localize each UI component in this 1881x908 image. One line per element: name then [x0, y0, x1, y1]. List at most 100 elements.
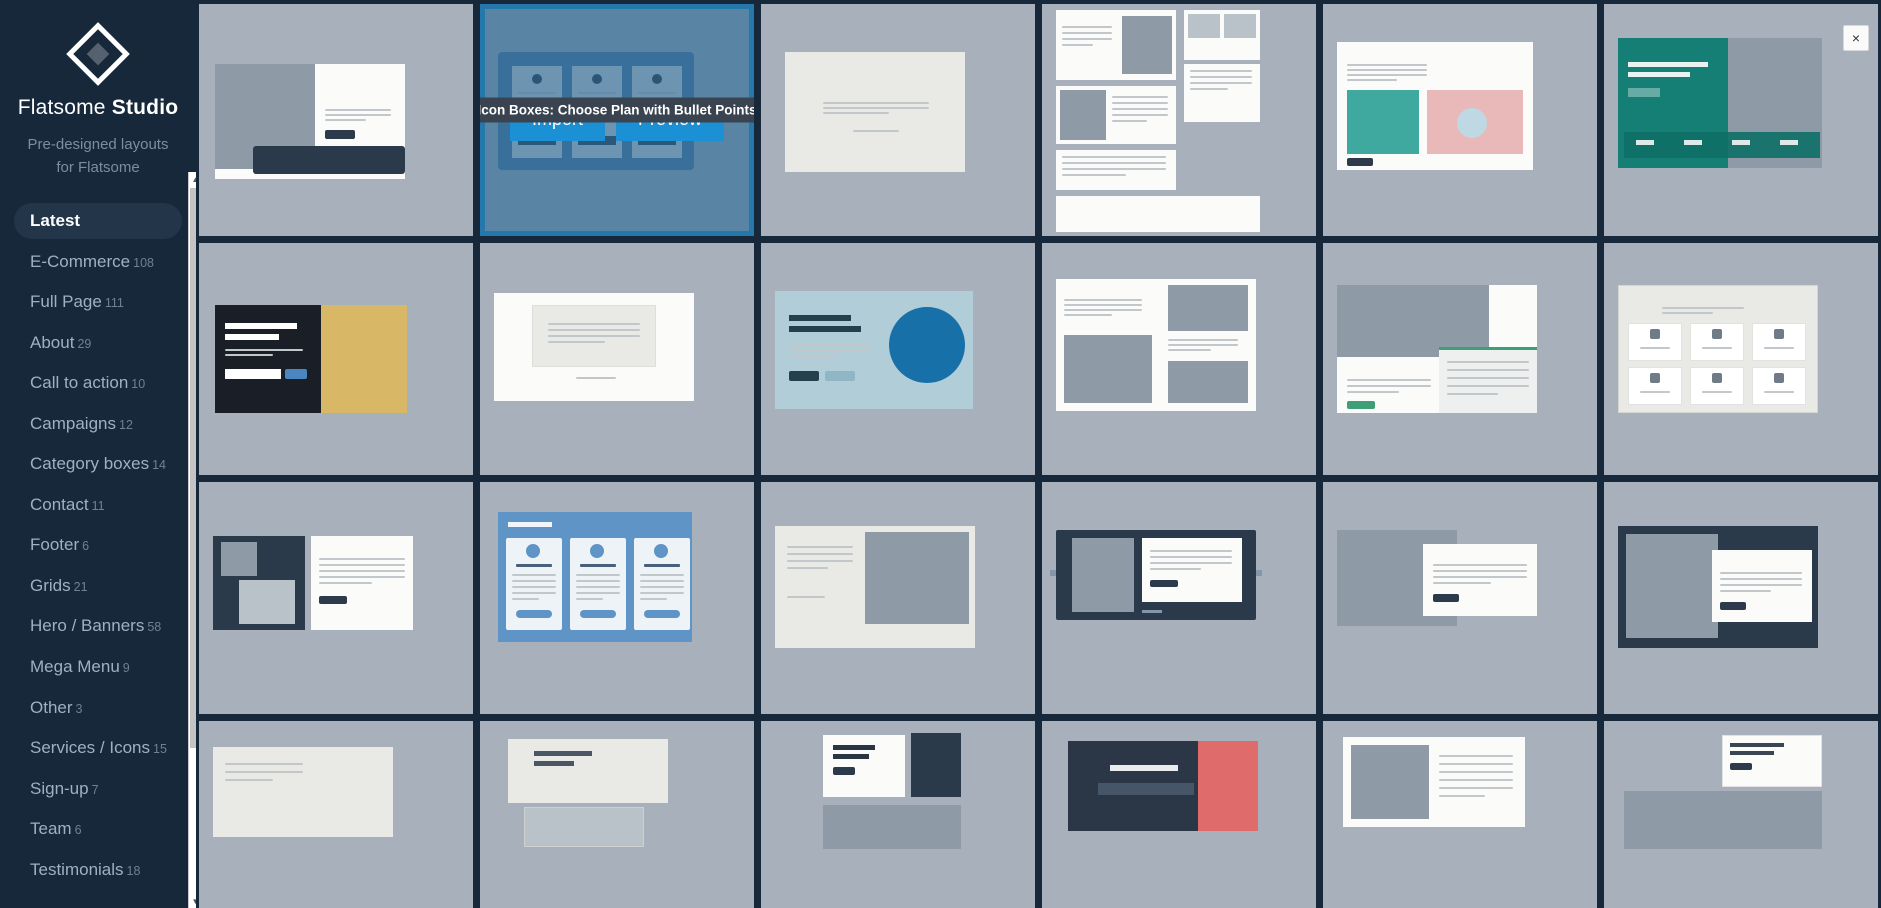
sidebar-item-count: 21 [73, 579, 88, 594]
template-thumbnail [1323, 243, 1597, 475]
sidebar-item-count: 6 [82, 539, 90, 554]
sidebar-item-latest[interactable]: Latest [14, 203, 182, 239]
template-thumbnail [1323, 721, 1597, 908]
sidebar-item-team[interactable]: Team 6 [14, 811, 182, 847]
sidebar-item-label: E-Commerce [30, 251, 131, 271]
sidebar-item-count: 3 [75, 701, 83, 716]
template-thumbnail [480, 482, 754, 714]
template-thumbnail [761, 243, 1035, 475]
sidebar-item-count: 12 [119, 417, 133, 432]
sidebar-item-count: 14 [152, 458, 166, 473]
template-card[interactable] [1323, 4, 1597, 236]
template-thumbnail [1323, 4, 1597, 236]
template-thumbnail [480, 243, 754, 475]
sidebar-item-count: 18 [126, 863, 141, 878]
template-card[interactable] [199, 482, 473, 714]
template-thumbnail [1323, 482, 1597, 714]
template-card[interactable] [1323, 721, 1597, 908]
sidebar-item-label: About [30, 332, 75, 352]
sidebar-item-label: Latest [30, 211, 81, 230]
card-hover-overlay: Import Preview [480, 4, 754, 236]
template-card[interactable] [480, 721, 754, 908]
sidebar-item-label: Other [30, 697, 73, 717]
template-thumbnail [1042, 482, 1316, 714]
sidebar-item-count: 111 [104, 296, 124, 311]
sidebar-item-label: Sign-up [30, 778, 89, 798]
sidebar-item-label: Contact [30, 494, 89, 514]
brand-name-light: Flatsome [17, 96, 106, 119]
template-card[interactable] [1042, 721, 1316, 908]
sidebar-item-category-boxes[interactable]: Category boxes 14 [14, 446, 182, 482]
sidebar-item-count: 15 [153, 742, 167, 757]
sidebar-item-sign-up[interactable]: Sign-up 7 [14, 771, 182, 807]
sidebar-item-hero-banners[interactable]: Hero / Banners 58 [14, 608, 182, 644]
sidebar-item-label: Team [30, 819, 72, 839]
close-icon[interactable]: × [1843, 25, 1869, 51]
template-card[interactable] [1323, 482, 1597, 714]
template-card[interactable] [480, 482, 754, 714]
sidebar-item-call-to-action[interactable]: Call to action 10 [14, 365, 182, 401]
template-card[interactable]: Import Preview Icon Boxes: Choose Plan wit… [480, 4, 754, 236]
template-grid: Import Preview Icon Boxes: Choose Plan wit… [196, 0, 1881, 908]
sidebar-item-count: 10 [131, 377, 146, 392]
template-card[interactable] [1604, 4, 1878, 236]
import-button[interactable]: Import [509, 99, 605, 141]
sidebar-item-label: Grids [30, 575, 71, 595]
template-thumbnail [199, 4, 473, 236]
sidebar-item-services-icons[interactable]: Services / Icons 15 [14, 730, 182, 766]
template-card[interactable] [1042, 243, 1316, 475]
sidebar-item-count: 11 [91, 498, 105, 513]
flatsome-logo-icon [62, 18, 134, 90]
sidebar-item-full-page[interactable]: Full Page 111 [14, 284, 182, 320]
sidebar-item-count: 9 [122, 661, 130, 676]
sidebar-item-about[interactable]: About 29 [14, 325, 182, 361]
template-card[interactable] [1323, 243, 1597, 475]
sidebar-item-campaigns[interactable]: Campaigns 12 [14, 406, 182, 442]
sidebar-item-testimonials[interactable]: Testimonials 18 [14, 852, 182, 888]
sidebar-item-count: 108 [133, 255, 154, 270]
sidebar-item-count: 7 [91, 782, 99, 797]
sidebar-item-contact[interactable]: Contact 11 [14, 487, 182, 523]
sidebar: Flatsome Studio Pre-designed layouts for… [0, 0, 202, 908]
template-card[interactable] [761, 4, 1035, 236]
sidebar-item-label: Campaigns [30, 413, 116, 433]
template-card[interactable] [1042, 4, 1316, 236]
template-thumbnail [1604, 4, 1878, 236]
template-thumbnail [480, 721, 754, 908]
template-grid-area: Import Preview Icon Boxes: Choose Plan wit… [196, 0, 1881, 908]
sidebar-item-label: Category boxes [30, 454, 150, 474]
template-thumbnail [761, 721, 1035, 908]
sidebar-item-label: Testimonials [30, 859, 124, 879]
brand-title: Flatsome Studio [18, 96, 179, 120]
template-thumbnail [1604, 482, 1878, 714]
template-card[interactable] [1042, 482, 1316, 714]
sidebar-item-grids[interactable]: Grids 21 [14, 568, 182, 604]
sidebar-item-label: Call to action [30, 373, 129, 393]
template-card[interactable] [199, 243, 473, 475]
sidebar-item-label: Mega Menu [30, 657, 120, 677]
sidebar-item-label: Footer [30, 535, 80, 555]
sidebar-item-label: Full Page [30, 292, 102, 312]
sidebar-item-count: 58 [147, 620, 162, 635]
template-card[interactable] [761, 721, 1035, 908]
template-card[interactable] [199, 4, 473, 236]
preview-button[interactable]: Preview [615, 99, 725, 141]
template-thumbnail [1042, 243, 1316, 475]
sidebar-item-mega-menu[interactable]: Mega Menu 9 [14, 649, 182, 685]
template-thumbnail [199, 482, 473, 714]
template-card[interactable] [761, 482, 1035, 714]
category-nav: Latest E-Commerce 108 Full Page 111 About 29 Ca… [0, 203, 196, 892]
template-card[interactable] [1604, 482, 1878, 714]
sidebar-item-e-commerce[interactable]: E-Commerce 108 [14, 244, 182, 280]
template-card[interactable] [1604, 243, 1878, 475]
template-card[interactable] [761, 243, 1035, 475]
sidebar-item-footer[interactable]: Footer 6 [14, 527, 182, 563]
sidebar-item-label: Hero / Banners [30, 616, 145, 636]
template-card[interactable] [199, 721, 473, 908]
template-thumbnail [761, 4, 1035, 236]
template-thumbnail [1604, 721, 1878, 908]
template-card[interactable] [480, 243, 754, 475]
template-thumbnail [199, 721, 473, 908]
template-card[interactable] [1604, 721, 1878, 908]
sidebar-item-other[interactable]: Other 3 [14, 690, 182, 726]
